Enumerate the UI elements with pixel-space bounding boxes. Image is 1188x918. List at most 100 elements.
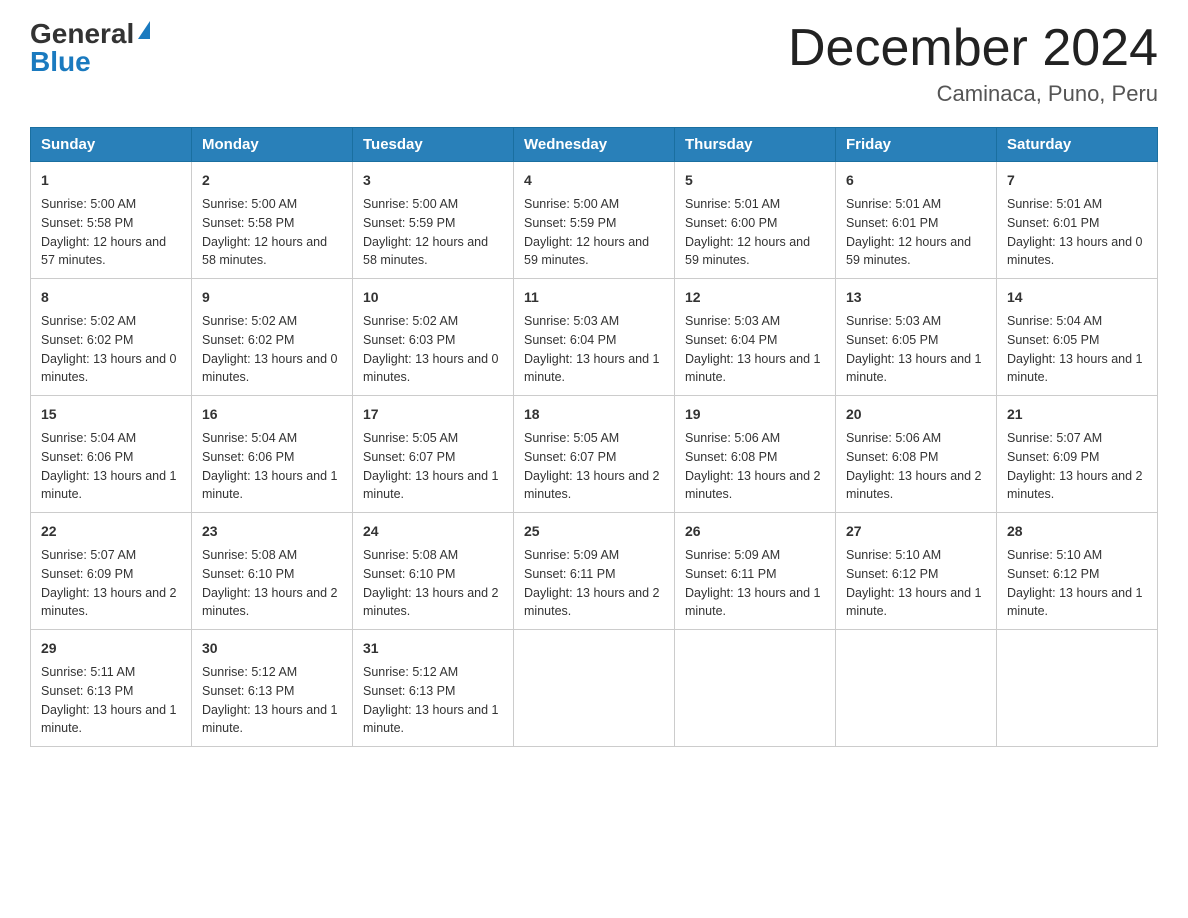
sunrise-text: Sunrise: 5:03 AM (846, 314, 941, 328)
sunrise-text: Sunrise: 5:03 AM (524, 314, 619, 328)
daylight-text: Daylight: 13 hours and 1 minute. (685, 586, 821, 619)
day-number: 20 (846, 404, 986, 425)
day-header-saturday: Saturday (997, 128, 1158, 162)
daylight-text: Daylight: 13 hours and 1 minute. (524, 352, 660, 385)
sunset-text: Sunset: 6:13 PM (202, 684, 294, 698)
daylight-text: Daylight: 13 hours and 0 minutes. (202, 352, 338, 385)
sunrise-text: Sunrise: 5:04 AM (202, 431, 297, 445)
sunrise-text: Sunrise: 5:11 AM (41, 665, 135, 679)
daylight-text: Daylight: 13 hours and 2 minutes. (41, 586, 177, 619)
calendar-cell: 28Sunrise: 5:10 AMSunset: 6:12 PMDayligh… (997, 513, 1158, 630)
day-number: 14 (1007, 287, 1147, 308)
daylight-text: Daylight: 13 hours and 1 minute. (41, 703, 177, 736)
sunset-text: Sunset: 6:07 PM (524, 450, 616, 464)
sunrise-text: Sunrise: 5:01 AM (846, 197, 941, 211)
daylight-text: Daylight: 13 hours and 0 minutes. (41, 352, 177, 385)
sunset-text: Sunset: 5:59 PM (363, 216, 455, 230)
day-number: 10 (363, 287, 503, 308)
daylight-text: Daylight: 13 hours and 1 minute. (363, 469, 499, 502)
calendar-week-3: 15 Sunrise: 5:04 AM Sunset: 6:06 PM Dayligh… (31, 396, 1158, 513)
sunrise-text: Sunrise: 5:05 AM (363, 431, 458, 445)
calendar-cell: 14Sunrise: 5:04 AMSunset: 6:05 PMDayligh… (997, 279, 1158, 396)
day-number: 18 (524, 404, 664, 425)
sunset-text: Sunset: 6:02 PM (202, 333, 294, 347)
daylight-text: Daylight: 12 hours and 58 minutes. (363, 235, 488, 268)
day-number: 6 (846, 170, 986, 191)
sunrise-text: Sunrise: 5:12 AM (202, 665, 297, 679)
calendar-cell: 22Sunrise: 5:07 AMSunset: 6:09 PMDayligh… (31, 513, 192, 630)
day-number: 11 (524, 287, 664, 308)
daylight-text: Daylight: 13 hours and 1 minute. (202, 469, 338, 502)
calendar-cell (675, 630, 836, 747)
daylight-text: Daylight: 13 hours and 0 minutes. (363, 352, 499, 385)
logo: General Blue (30, 20, 150, 76)
calendar-cell: 8Sunrise: 5:02 AMSunset: 6:02 PMDaylight… (31, 279, 192, 396)
sunrise-text: Sunrise: 5:00 AM (524, 197, 619, 211)
sunrise-text: Sunrise: 5:05 AM (524, 431, 619, 445)
sunrise-text: Sunrise: 5:06 AM (846, 431, 941, 445)
sunset-text: Sunset: 6:09 PM (1007, 450, 1099, 464)
sunset-text: Sunset: 6:09 PM (41, 567, 133, 581)
sunset-text: Sunset: 6:06 PM (202, 450, 294, 464)
daylight-text: Daylight: 13 hours and 1 minute. (202, 703, 338, 736)
calendar-cell: 18Sunrise: 5:05 AMSunset: 6:07 PMDayligh… (514, 396, 675, 513)
sunset-text: Sunset: 6:10 PM (202, 567, 294, 581)
calendar-cell: 12Sunrise: 5:03 AMSunset: 6:04 PMDayligh… (675, 279, 836, 396)
day-number: 3 (363, 170, 503, 191)
day-header-thursday: Thursday (675, 128, 836, 162)
daylight-text: Daylight: 13 hours and 1 minute. (846, 352, 982, 385)
sunset-text: Sunset: 5:59 PM (524, 216, 616, 230)
sunset-text: Sunset: 6:08 PM (846, 450, 938, 464)
sunrise-text: Sunrise: 5:01 AM (1007, 197, 1102, 211)
calendar-cell (997, 630, 1158, 747)
day-number: 24 (363, 521, 503, 542)
daylight-text: Daylight: 12 hours and 59 minutes. (846, 235, 971, 268)
calendar-cell: 16Sunrise: 5:04 AMSunset: 6:06 PMDayligh… (192, 396, 353, 513)
calendar-week-1: 1Sunrise: 5:00 AMSunset: 5:58 PMDaylight… (31, 162, 1158, 279)
day-number: 26 (685, 521, 825, 542)
daylight-text: Daylight: 13 hours and 1 minute. (1007, 586, 1143, 619)
calendar-cell: 5Sunrise: 5:01 AMSunset: 6:00 PMDaylight… (675, 162, 836, 279)
calendar-cell: 6Sunrise: 5:01 AMSunset: 6:01 PMDaylight… (836, 162, 997, 279)
day-header-tuesday: Tuesday (353, 128, 514, 162)
calendar-cell: 10Sunrise: 5:02 AMSunset: 6:03 PMDayligh… (353, 279, 514, 396)
sunrise-text: Sunrise: 5:00 AM (41, 197, 136, 211)
daylight-text: Daylight: 13 hours and 2 minutes. (202, 586, 338, 619)
sunrise-text: Sunrise: 5:03 AM (685, 314, 780, 328)
daylight-text: Daylight: 12 hours and 59 minutes. (685, 235, 810, 268)
sunrise-text: Sunrise: 5:12 AM (363, 665, 458, 679)
day-number: 7 (1007, 170, 1147, 191)
sunrise-text: Sunrise: 5:02 AM (363, 314, 458, 328)
day-number: 2 (202, 170, 342, 191)
daylight-text: Daylight: 12 hours and 59 minutes. (524, 235, 649, 268)
sunset-text: Sunset: 6:13 PM (363, 684, 455, 698)
day-number: 25 (524, 521, 664, 542)
daylight-text: Daylight: 13 hours and 1 minute. (1007, 352, 1143, 385)
calendar-cell: 17Sunrise: 5:05 AMSunset: 6:07 PMDayligh… (353, 396, 514, 513)
title-section: December 2024 Caminaca, Puno, Peru (788, 20, 1158, 107)
daylight-text: Daylight: 13 hours and 1 minute. (846, 586, 982, 619)
day-number: 27 (846, 521, 986, 542)
calendar-cell: 30Sunrise: 5:12 AMSunset: 6:13 PMDayligh… (192, 630, 353, 747)
sunset-text: Sunset: 6:06 PM (41, 450, 133, 464)
logo-blue-text: Blue (30, 48, 91, 76)
sunset-text: Sunset: 6:10 PM (363, 567, 455, 581)
day-number: 1 (41, 170, 181, 191)
daylight-text: Daylight: 13 hours and 2 minutes. (1007, 469, 1143, 502)
calendar-cell: 31Sunrise: 5:12 AMSunset: 6:13 PMDayligh… (353, 630, 514, 747)
calendar-cell: 23Sunrise: 5:08 AMSunset: 6:10 PMDayligh… (192, 513, 353, 630)
day-number: 15 (41, 404, 181, 425)
day-number: 22 (41, 521, 181, 542)
day-number: 31 (363, 638, 503, 659)
calendar-cell: 1Sunrise: 5:00 AMSunset: 5:58 PMDaylight… (31, 162, 192, 279)
sunrise-text: Sunrise: 5:10 AM (1007, 548, 1102, 562)
location-text: Caminaca, Puno, Peru (788, 81, 1158, 107)
day-number: 17 (363, 404, 503, 425)
calendar-cell: 11Sunrise: 5:03 AMSunset: 6:04 PMDayligh… (514, 279, 675, 396)
sunrise-text: Sunrise: 5:06 AM (685, 431, 780, 445)
sunrise-text: Sunrise: 5:02 AM (202, 314, 297, 328)
sunrise-text: Sunrise: 5:08 AM (363, 548, 458, 562)
daylight-text: Daylight: 13 hours and 2 minutes. (524, 586, 660, 619)
calendar-cell (836, 630, 997, 747)
logo-triangle-icon (138, 21, 150, 39)
